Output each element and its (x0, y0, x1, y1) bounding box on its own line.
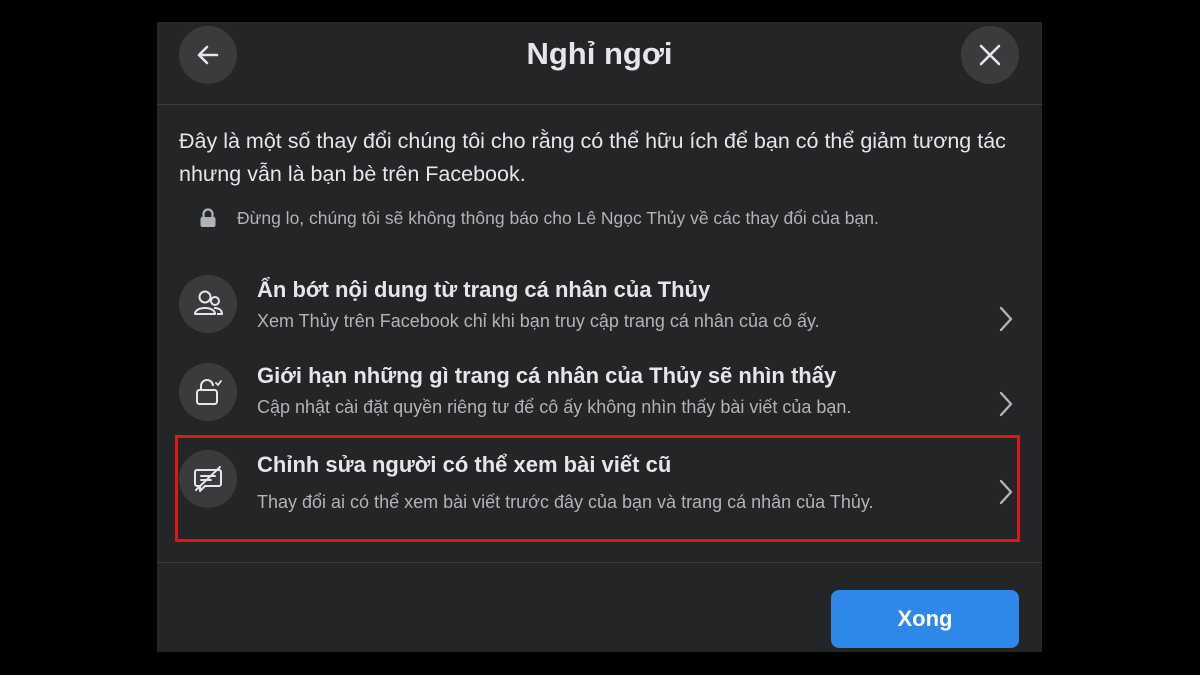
lock-icon (197, 207, 219, 229)
done-button[interactable]: Xong (831, 590, 1019, 648)
chevron-right-icon (995, 477, 1017, 507)
option-edit-past-posts[interactable]: Chỉnh sửa người có thể xem bài viết cũ T… (175, 440, 1020, 544)
option-description: Cập nhật cài đặt quyền riêng tư để cô ấy… (257, 397, 852, 417)
option-title: Chỉnh sửa người có thể xem bài viết cũ (257, 452, 672, 477)
notice-text: Đừng lo, chúng tôi sẽ không thông báo ch… (237, 207, 879, 228)
footer-divider (157, 562, 1042, 563)
option-hide-content[interactable]: Ẩn bớt nội dung từ trang cá nhân của Thủ… (175, 269, 1020, 351)
chevron-right-icon (995, 304, 1017, 334)
privacy-notice: Đừng lo, chúng tôi sẽ không thông báo ch… (197, 204, 1037, 232)
post-hidden-icon (179, 450, 237, 508)
dialog-header: Nghỉ ngơi (157, 22, 1042, 105)
lock-icon (179, 363, 237, 421)
option-description: Xem Thủy trên Facebook chỉ khi bạn truy … (257, 311, 820, 331)
close-icon (979, 44, 1001, 66)
people-icon (179, 275, 237, 333)
option-title: Ẩn bớt nội dung từ trang cá nhân của Thủ… (257, 277, 711, 302)
dialog-title: Nghỉ ngơi (526, 36, 673, 71)
option-title: Giới hạn những gì trang cá nhân của Thủy… (257, 363, 837, 388)
chevron-right-icon (995, 389, 1017, 419)
close-button[interactable] (961, 26, 1019, 84)
take-a-break-dialog: Nghỉ ngơi Đây là một số thay đổi chúng t… (157, 22, 1042, 652)
option-limit-profile[interactable]: Giới hạn những gì trang cá nhân của Thủy… (175, 355, 1020, 441)
intro-text: Đây là một số thay đổi chúng tôi cho rằn… (179, 129, 1006, 186)
option-description: Thay đổi ai có thể xem bài viết trước đâ… (257, 492, 874, 512)
